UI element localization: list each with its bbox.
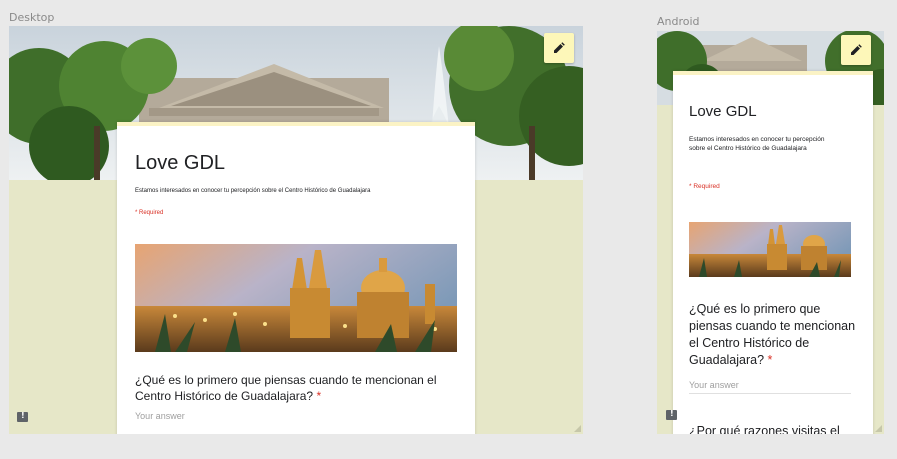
question-2: ¿Por qué razones visitas el <box>689 424 840 434</box>
question-1: ¿Qué es lo primero que piensas cuando te… <box>135 372 457 404</box>
desktop-frame: Love GDL Estamos interesados en conocer … <box>9 26 583 434</box>
question-1-answer-input[interactable]: Your answer <box>689 380 851 394</box>
desktop-resize-handle-icon[interactable] <box>574 425 581 432</box>
android-resize-handle-icon[interactable] <box>875 425 882 432</box>
question-1-answer-input[interactable]: Your answer <box>135 411 295 424</box>
android-form-card: Love GDL Estamos interesados en conocer … <box>673 71 873 434</box>
desktop-frame-label: Desktop <box>9 11 55 24</box>
form-title: Love GDL <box>689 103 757 120</box>
required-note: * Required <box>135 210 164 216</box>
android-frame-label: Android <box>657 15 700 28</box>
cathedral-banner-image <box>135 244 457 352</box>
android-feedback-icon[interactable] <box>666 409 677 420</box>
question-1-text: ¿Qué es lo primero que piensas cuando te… <box>135 373 437 403</box>
question-1-required-star: * <box>767 353 773 367</box>
desktop-edit-button[interactable] <box>544 33 574 63</box>
pencil-icon <box>851 44 862 55</box>
question-1: ¿Qué es lo primero que piensas cuando te… <box>689 301 857 369</box>
desktop-feedback-icon[interactable] <box>17 411 28 422</box>
android-edit-button[interactable] <box>841 35 871 65</box>
android-frame: Love GDL Estamos interesados en conocer … <box>657 31 884 434</box>
form-description: Estamos interesados en conocer tu percep… <box>689 136 825 152</box>
desktop-form-card: Love GDL Estamos interesados en conocer … <box>117 122 475 434</box>
form-title: Love GDL <box>135 152 226 174</box>
required-note: * Required <box>689 183 720 190</box>
question-1-required-star: * <box>316 389 322 403</box>
form-description: Estamos interesados en conocer tu percep… <box>135 188 371 194</box>
cathedral-banner-image <box>689 222 851 277</box>
pencil-icon <box>554 42 565 53</box>
